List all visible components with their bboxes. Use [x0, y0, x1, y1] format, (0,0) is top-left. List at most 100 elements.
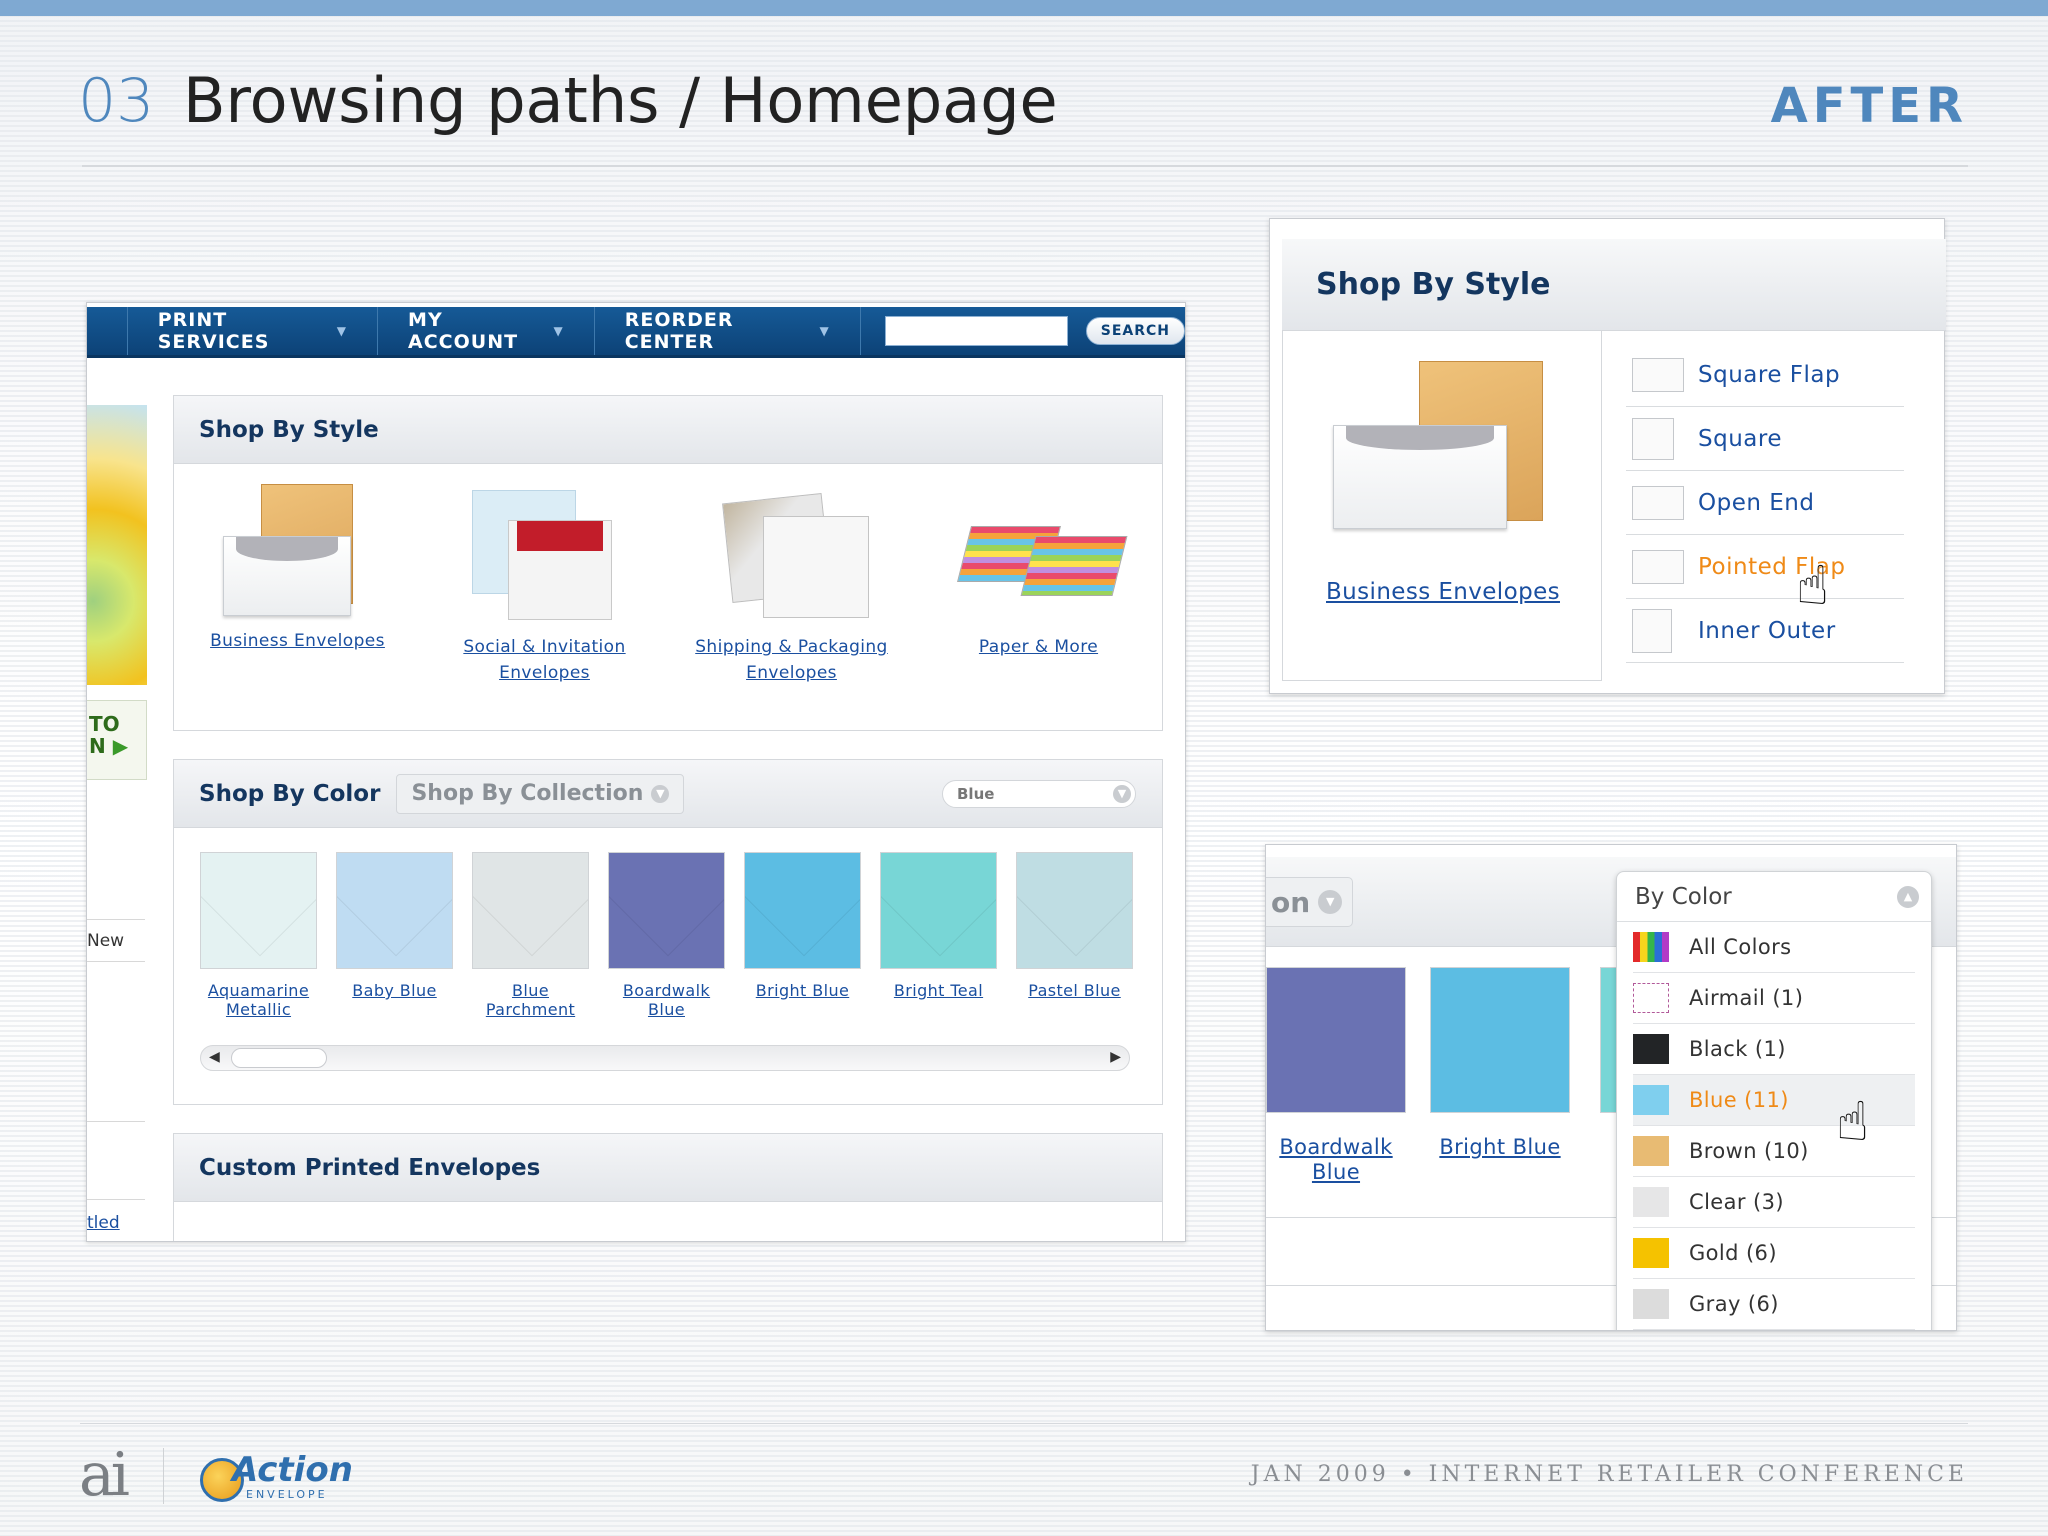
nav-item-my-account[interactable]: MY ACCOUNT ▼ — [378, 307, 595, 355]
color-swatch[interactable] — [608, 852, 725, 969]
swatch-scrollbar[interactable]: ◀ ▶ — [200, 1045, 1130, 1071]
search-button[interactable]: SEARCH — [1085, 317, 1185, 345]
color-swatch[interactable] — [336, 852, 453, 969]
shop-by-color-zoom: on ▼ Boardwalk Blue Bright Blue By Color ▲… — [1265, 844, 1957, 1331]
swatch-label[interactable]: Bright Blue — [1430, 1135, 1570, 1160]
color-option[interactable]: Airmail (1) — [1633, 973, 1915, 1024]
style-list-label: Open End — [1698, 489, 1815, 516]
style-link[interactable]: Paper & More — [924, 634, 1154, 660]
style-list-item[interactable]: Square — [1626, 407, 1904, 471]
nav-lead-segment[interactable] — [87, 307, 128, 355]
ai-logo: ai — [79, 1440, 130, 1510]
tab-shop-by-collection[interactable]: Shop By Collection ▼ — [396, 773, 685, 814]
color-select[interactable]: Blue ▼ — [942, 779, 1136, 808]
custom-printed-panel: Custom Printed Envelopes — [173, 1133, 1163, 1241]
color-option[interactable]: Gray (6) — [1633, 1279, 1915, 1330]
swatch-label[interactable]: Blue Parchment — [472, 981, 589, 1019]
swatch-label[interactable]: Bright Blue — [744, 981, 861, 1000]
swatch-label[interactable]: Bright Teal — [880, 981, 997, 1000]
shop-by-color-panel: Shop By Color Shop By Collection ▼ Blue ▼ … — [173, 759, 1163, 1105]
chevron-down-icon: ▼ — [553, 324, 564, 338]
dropdown-header[interactable]: By Color ▲ — [1617, 872, 1931, 922]
color-swatch[interactable] — [1430, 967, 1570, 1113]
color-option-label: Black (1) — [1689, 1037, 1786, 1061]
color-option[interactable]: All Colors — [1633, 922, 1915, 973]
open-end-icon — [1632, 485, 1684, 520]
color-swatch[interactable] — [880, 852, 997, 969]
chevron-down-icon: ▼ — [1318, 890, 1343, 914]
play-icon: ▶ — [112, 734, 129, 758]
color-swatch[interactable] — [744, 852, 861, 969]
scroll-thumb[interactable] — [231, 1048, 327, 1068]
color-swatch[interactable] — [472, 852, 589, 969]
swatch-item[interactable]: Baby Blue — [336, 852, 453, 1019]
homepage-screenshot: PRINT SERVICES ▼ MY ACCOUNT ▼ REORDER CENT… — [86, 302, 1186, 1242]
color-chip-icon — [1633, 932, 1669, 962]
left-rail: TO N ▶ New tled — [87, 395, 153, 1241]
action-envelope-logo: Action ENVELOPE — [200, 1450, 353, 1506]
swatch-label[interactable]: Boardwalk Blue — [608, 981, 725, 1019]
swatch-label[interactable]: Baby Blue — [336, 981, 453, 1000]
color-swatch[interactable] — [1016, 852, 1133, 969]
color-chip-icon — [1633, 1289, 1669, 1319]
promo-box[interactable]: TO N ▶ — [87, 700, 147, 780]
paper-stack-image — [954, 490, 1127, 620]
tab-shop-by-collection[interactable]: on ▼ — [1266, 877, 1354, 927]
swatch-label[interactable]: Aquamarine Metallic — [200, 981, 317, 1019]
dropdown-options: All Colors Airmail (1) Black (1) Blue (11) B… — [1617, 922, 1931, 1330]
rail-link[interactable]: tled — [87, 1213, 120, 1233]
shop-by-style-panel: Shop By Style Business Envelopes Social … — [173, 395, 1163, 731]
swatch-item[interactable]: Pastel Blue — [1016, 852, 1133, 1019]
nav-item-print-services[interactable]: PRINT SERVICES ▼ — [128, 307, 379, 355]
style-link[interactable]: Shipping & Packaging Envelopes — [677, 634, 907, 686]
nav-item-label: PRINT SERVICES — [157, 309, 270, 353]
chevron-down-icon: ▼ — [1113, 784, 1131, 803]
style-item-shipping[interactable]: Shipping & Packaging Envelopes — [677, 484, 907, 686]
logo-separator — [163, 1448, 164, 1504]
swatch-item[interactable]: Bright Blue — [744, 852, 861, 1019]
color-option[interactable]: Gold (6) — [1633, 1228, 1915, 1279]
rail-new-label: New — [87, 931, 125, 951]
promo-image[interactable] — [87, 405, 147, 685]
style-item-social[interactable]: Social & Invitation Envelopes — [430, 484, 660, 686]
style-link[interactable]: Business Envelopes — [183, 628, 413, 654]
color-swatch[interactable] — [200, 852, 317, 969]
color-option[interactable]: Blue (11) — [1633, 1075, 1915, 1126]
chevron-down-icon: ▼ — [651, 784, 670, 803]
shipping-envelope-image — [707, 490, 877, 620]
color-swatch[interactable] — [1266, 967, 1406, 1113]
slide-number: 03 — [78, 66, 155, 136]
color-option[interactable]: Clear (3) — [1633, 1177, 1915, 1228]
color-option[interactable]: Brown (10) — [1633, 1126, 1915, 1177]
swatch-item[interactable]: Bright Teal — [880, 852, 997, 1019]
style-item-paper[interactable]: Paper & More — [924, 484, 1154, 686]
swatch-item[interactable]: Aquamarine Metallic — [200, 852, 317, 1019]
color-dropdown: By Color ▲ All Colors Airmail (1) Black (1)… — [1616, 871, 1932, 1330]
style-list-item[interactable]: Open End — [1626, 471, 1904, 535]
swatch-item[interactable]: Blue Parchment — [472, 852, 589, 1019]
paper-stack — [1020, 536, 1127, 596]
style-list-item[interactable]: Inner Outer — [1626, 599, 1904, 663]
nav-item-reorder-center[interactable]: REORDER CENTER ▼ — [595, 307, 861, 355]
swatch-item[interactable]: Boardwalk Blue — [608, 852, 725, 1019]
style-list-item[interactable]: Square Flap — [1626, 343, 1904, 407]
style-item-business[interactable]: Business Envelopes — [183, 484, 413, 686]
color-option[interactable]: Black (1) — [1633, 1024, 1915, 1075]
featured-style-link[interactable]: Business Envelopes — [1283, 579, 1603, 605]
style-list-item[interactable]: Pointed Flap — [1626, 535, 1904, 599]
featured-style[interactable]: Business Envelopes — [1282, 331, 1602, 681]
panel-title: Shop By Style — [1282, 239, 1946, 331]
panel-title: Shop By Color — [199, 780, 381, 807]
color-chip-icon — [1633, 983, 1669, 1013]
promo-text: N — [89, 734, 106, 758]
scroll-left-icon[interactable]: ◀ — [209, 1049, 220, 1065]
mailer-envelope — [762, 516, 869, 618]
chevron-down-icon: ▼ — [819, 324, 830, 338]
search-input[interactable] — [884, 316, 1068, 346]
style-link[interactable]: Social & Invitation Envelopes — [430, 634, 660, 686]
footer-note: JAN 2009 • INTERNET RETAILER CONFERENCE — [1250, 1462, 1968, 1487]
slide-title: Browsing paths / Homepage — [183, 64, 1058, 137]
swatch-label[interactable]: Pastel Blue — [1016, 981, 1133, 1000]
swatch-label[interactable]: Boardwalk Blue — [1266, 1135, 1406, 1185]
scroll-right-icon[interactable]: ▶ — [1110, 1049, 1121, 1065]
